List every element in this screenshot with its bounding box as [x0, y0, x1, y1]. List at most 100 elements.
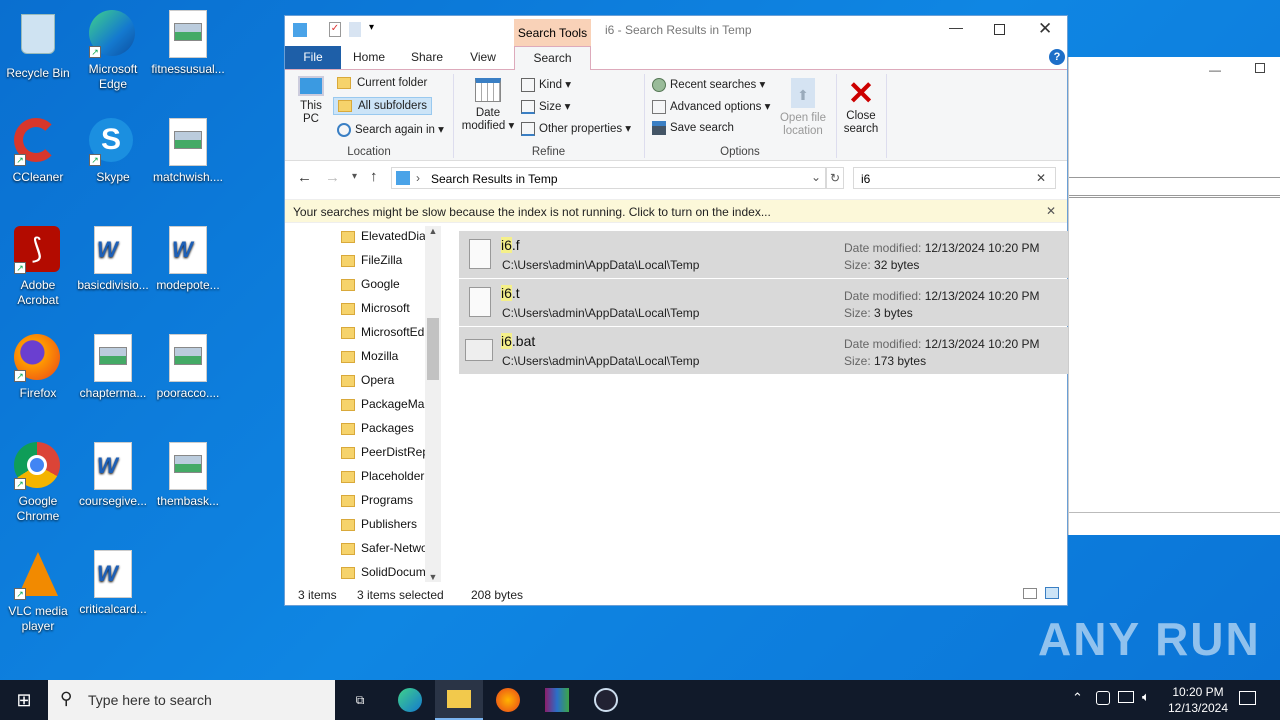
- edge-taskbar-icon[interactable]: [386, 680, 434, 720]
- tab-view[interactable]: View: [465, 46, 501, 69]
- nav-scrollbar[interactable]: ▲ ▼: [425, 226, 441, 582]
- desktop-icon[interactable]: Recycle Bin: [0, 10, 76, 81]
- file-explorer-taskbar-icon[interactable]: [435, 680, 483, 720]
- desktop-icon[interactable]: S ↗ Skype: [75, 118, 151, 185]
- desktop-icon-label: basicdivisio...: [77, 278, 149, 292]
- nav-folder-item[interactable]: MicrosoftEd: [341, 320, 425, 344]
- nav-folder-item[interactable]: ElevatedDia: [341, 224, 425, 248]
- nav-folder-item[interactable]: Opera: [341, 368, 425, 392]
- file-path: C:\Users\admin\AppData\Local\Temp: [502, 258, 700, 272]
- other-properties-button[interactable]: Other properties ▾: [521, 121, 631, 136]
- save-search-button[interactable]: Save search: [652, 121, 734, 135]
- desktop-icon[interactable]: fitnessusual...: [150, 10, 226, 77]
- tab-search[interactable]: Search: [514, 46, 591, 70]
- back-button[interactable]: ←: [297, 169, 312, 186]
- task-view-icon[interactable]: ⧉: [336, 680, 384, 720]
- desktop-icon[interactable]: ↗ VLC media player: [0, 550, 76, 634]
- search-result-row[interactable]: i6.bat C:\Users\admin\AppData\Local\Temp D…: [459, 327, 1068, 374]
- search-result-row[interactable]: i6.f C:\Users\admin\AppData\Local\Temp Dat…: [459, 231, 1068, 278]
- close-search-button[interactable]: ✕ Close search: [841, 76, 881, 136]
- desktop-icon-label: Recycle Bin: [6, 66, 70, 80]
- clear-search-icon[interactable]: ✕: [1036, 171, 1046, 185]
- refresh-button[interactable]: ↻: [826, 167, 844, 189]
- new-folder-icon[interactable]: [349, 22, 361, 37]
- size-button[interactable]: Size ▾: [521, 99, 570, 114]
- image-file-icon: [164, 118, 212, 166]
- desktop-icon[interactable]: ↗ Google Chrome: [0, 442, 76, 524]
- nav-folder-item[interactable]: FileZilla: [341, 248, 425, 272]
- start-button[interactable]: ⊞: [0, 680, 48, 720]
- desktop-icon[interactable]: pooracco....: [150, 334, 226, 401]
- maximize-button[interactable]: [994, 24, 1005, 35]
- search-box[interactable]: i6 ✕: [853, 167, 1056, 189]
- desktop-icon[interactable]: ↗ Microsoft Edge: [75, 10, 151, 92]
- dismiss-info-bar-icon[interactable]: ✕: [1046, 204, 1056, 218]
- desktop-icon[interactable]: Wmodepote...: [150, 226, 226, 293]
- nav-folder-item[interactable]: Google: [341, 272, 425, 296]
- desktop-icon[interactable]: matchwish....: [150, 118, 226, 185]
- shortcut-arrow-icon: ↗: [89, 46, 101, 58]
- firefox-taskbar-icon[interactable]: [484, 680, 532, 720]
- nav-folder-item[interactable]: SolidDocum: [341, 560, 425, 584]
- search-input[interactable]: i6: [861, 172, 870, 186]
- recent-locations-button[interactable]: ▾: [352, 171, 357, 182]
- customize-quick-access-icon[interactable]: ▾: [369, 22, 374, 33]
- network-icon[interactable]: [1118, 691, 1134, 703]
- current-folder-button[interactable]: Current folder: [337, 77, 427, 89]
- nav-folder-item[interactable]: Safer-Netwo: [341, 536, 425, 560]
- winrar-taskbar-icon[interactable]: [533, 680, 581, 720]
- open-file-location-button[interactable]: ⬆ Open file location: [775, 78, 831, 138]
- details-view-icon[interactable]: [1023, 588, 1037, 599]
- meet-now-icon[interactable]: [1096, 691, 1110, 705]
- nav-folder-item[interactable]: Packages: [341, 416, 425, 440]
- nav-folder-item[interactable]: PeerDistRep: [341, 440, 425, 464]
- firefox-icon: ↗: [14, 334, 62, 382]
- volume-icon[interactable]: 🔈︎: [1142, 689, 1150, 705]
- up-button[interactable]: ↑: [370, 168, 378, 185]
- tab-file[interactable]: File: [285, 46, 341, 69]
- address-bar[interactable]: › Search Results in Temp ⌄: [391, 167, 826, 189]
- taskbar-search-box[interactable]: ⚲ Type here to search: [48, 680, 335, 720]
- desktop-icon[interactable]: ⟆ ↗ Adobe Acrobat: [0, 226, 76, 308]
- this-pc-button[interactable]: This PC: [291, 76, 331, 126]
- index-info-bar[interactable]: Your searches might be slow because the …: [285, 199, 1067, 223]
- desktop-icon[interactable]: Wcriticalcard...: [75, 550, 151, 617]
- nav-folder-item[interactable]: PackageMa: [341, 392, 425, 416]
- nav-folder-item[interactable]: Mozilla: [341, 344, 425, 368]
- app-taskbar-icon[interactable]: [582, 680, 630, 720]
- all-subfolders-button[interactable]: All subfolders: [333, 97, 433, 116]
- nav-folder-item[interactable]: Placeholder: [341, 464, 425, 488]
- address-dropdown-icon[interactable]: ⌄: [811, 170, 821, 184]
- tab-share[interactable]: Share: [407, 46, 447, 69]
- desktop-icon[interactable]: ↗ Firefox: [0, 334, 76, 401]
- forward-button[interactable]: →: [325, 169, 340, 186]
- desktop-icon[interactable]: Wcoursegive...: [75, 442, 151, 509]
- nav-folder-item[interactable]: Microsoft: [341, 296, 425, 320]
- minimize-button[interactable]: —: [949, 19, 963, 35]
- minimize-icon[interactable]: —: [1209, 63, 1221, 77]
- notifications-icon[interactable]: [1239, 691, 1256, 705]
- tab-home[interactable]: Home: [349, 46, 389, 69]
- help-icon[interactable]: ?: [1049, 49, 1065, 65]
- tiles-view-icon[interactable]: [1045, 587, 1059, 599]
- properties-icon[interactable]: ✓: [329, 22, 341, 37]
- close-button[interactable]: ✕: [1038, 19, 1052, 39]
- scrollbar-thumb[interactable]: [427, 318, 439, 380]
- size-icon: [521, 99, 535, 114]
- kind-button[interactable]: Kind ▾: [521, 77, 571, 92]
- nav-folder-item[interactable]: Publishers: [341, 512, 425, 536]
- desktop-icon[interactable]: thembask...: [150, 442, 226, 509]
- recent-searches-button[interactable]: Recent searches ▾: [652, 77, 765, 92]
- advanced-options-button[interactable]: Advanced options ▾: [652, 99, 770, 114]
- desktop-icon[interactable]: chapterma...: [75, 334, 151, 401]
- search-result-row[interactable]: i6.t C:\Users\admin\AppData\Local\Temp Dat…: [459, 279, 1068, 326]
- maximize-icon[interactable]: [1255, 63, 1265, 73]
- desktop-icon[interactable]: ↗ CCleaner: [0, 118, 76, 185]
- nav-folder-item[interactable]: Programs: [341, 488, 425, 512]
- date-modified-button[interactable]: Date modified ▾: [457, 78, 519, 133]
- desktop-icon[interactable]: Wbasicdivisio...: [75, 226, 151, 293]
- desktop-icon-label: CCleaner: [12, 170, 64, 184]
- search-again-in-button[interactable]: Search again in ▾: [337, 122, 444, 137]
- show-hidden-icons[interactable]: ⌃: [1072, 690, 1083, 706]
- clock[interactable]: 10:20 PM 12/13/2024: [1160, 684, 1236, 716]
